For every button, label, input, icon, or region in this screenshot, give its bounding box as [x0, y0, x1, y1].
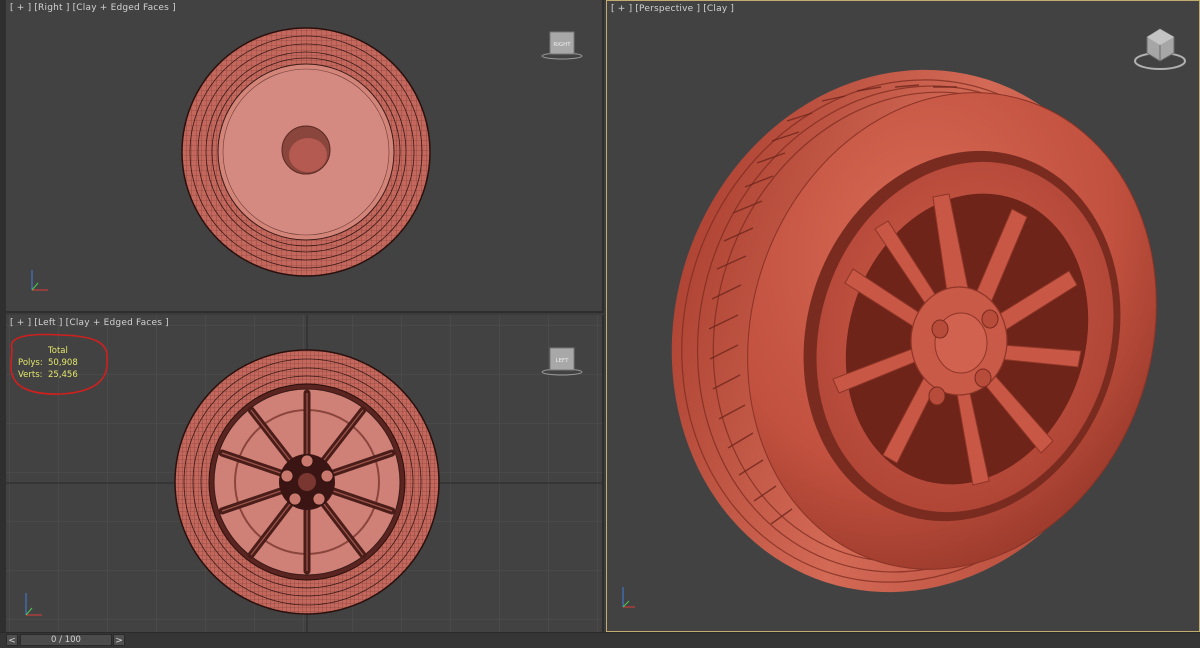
viewport-left[interactable]: LEFT [ + ] [Left ] [Clay + Edged Faces ]…	[6, 315, 604, 632]
viewcube-right[interactable]: RIGHT	[541, 31, 583, 60]
viewcube-left-label: LEFT	[556, 358, 570, 364]
viewport-right-label[interactable]: [ + ] [Right ] [Clay + Edged Faces ]	[10, 3, 176, 13]
stats-verts-value: 25,456	[48, 370, 78, 380]
right-view-canvas[interactable]: RIGHT	[6, 0, 604, 313]
axis-tripod-perspective	[622, 587, 635, 608]
stats-polys-label: Polys:	[18, 358, 43, 368]
viewcube-right-label: RIGHT	[553, 42, 571, 48]
time-prev-button[interactable]: <	[6, 634, 18, 646]
left-view-canvas[interactable]: LEFT	[6, 315, 604, 632]
left-view-tire	[174, 349, 440, 615]
viewport-left-label[interactable]: [ + ] [Left ] [Clay + Edged Faces ]	[10, 318, 169, 328]
time-next-button[interactable]: >	[113, 634, 125, 646]
perspective-tire	[671, 69, 1157, 593]
viewport-right[interactable]: RIGHT [ + ] [Right ] [Clay + Edged Faces…	[6, 0, 604, 313]
axis-tripod-right	[31, 270, 48, 291]
right-view-tire	[181, 27, 431, 277]
viewport-perspective-label[interactable]: [ + ] [Perspective ] [Clay ]	[611, 4, 734, 14]
viewport-perspective[interactable]: [ + ] [Perspective ] [Clay ]	[606, 0, 1200, 632]
time-frame-indicator[interactable]: 0 / 100	[21, 635, 111, 646]
time-slider-bar: < 0 / 100 >	[0, 632, 1200, 648]
perspective-view-canvas[interactable]	[607, 1, 1199, 631]
time-slider-track[interactable]: 0 / 100	[20, 634, 112, 646]
stats-verts-label: Verts:	[18, 370, 43, 380]
scene-statistics: Total Polys: 50,908 Verts: 25,456	[18, 345, 88, 381]
stats-header: Total	[48, 346, 68, 356]
viewcube-perspective[interactable]	[1134, 28, 1186, 70]
stats-polys-value: 50,908	[48, 358, 78, 368]
